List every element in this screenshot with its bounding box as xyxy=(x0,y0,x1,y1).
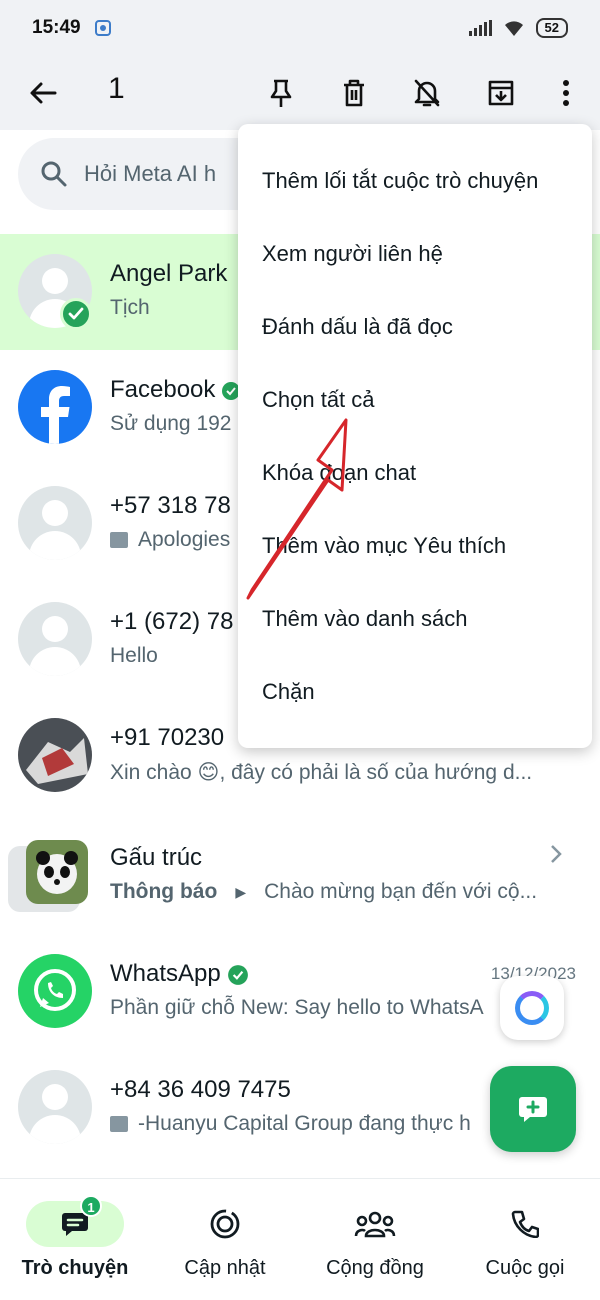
avatar xyxy=(18,602,92,676)
avatar-photo xyxy=(18,718,92,792)
chat-name: +91 70230 xyxy=(110,724,225,751)
calls-icon xyxy=(511,1210,539,1238)
chat-preview: Hello xyxy=(110,644,158,667)
selected-check xyxy=(60,298,92,330)
back-arrow-icon xyxy=(30,82,57,104)
menu-item-lock-chat[interactable]: Khóa đoạn chat xyxy=(262,460,416,486)
nav-label: Cộng đồng xyxy=(326,1257,424,1279)
chat-name: Gấu trúc xyxy=(110,844,203,871)
chat-name: Facebook xyxy=(110,376,241,404)
nav-communities[interactable]: Cộng đồng xyxy=(300,1193,450,1280)
chats-unread-badge: 1 xyxy=(80,1195,102,1217)
status-indicators: 52 xyxy=(468,18,568,38)
nav-calls-pill xyxy=(476,1201,574,1247)
more-options-button[interactable] xyxy=(543,70,589,116)
more-vert-icon xyxy=(563,80,569,106)
new-chat-icon xyxy=(519,1097,547,1122)
chat-name: +57 318 78 xyxy=(110,492,231,519)
avatar xyxy=(18,486,92,560)
avatar xyxy=(18,1070,92,1144)
check-icon xyxy=(68,307,84,320)
chat-name: +84 36 409 7475 xyxy=(110,1076,291,1103)
notification-app-icon xyxy=(94,20,111,36)
delete-button[interactable] xyxy=(331,70,377,116)
wifi-icon xyxy=(504,21,523,36)
chat-preview: Thông báo ▶ Chào mừng bạn đến với cộ... xyxy=(110,880,538,903)
chat-preview: Sử dụng 192 xyxy=(110,412,232,435)
whatsapp-logo xyxy=(18,954,92,1028)
delete-icon xyxy=(344,79,364,107)
new-chat-button[interactable] xyxy=(490,1066,576,1152)
facebook-logo xyxy=(18,370,92,444)
chat-row-community[interactable]: Gấu trúc Thông báo ▶ Chào mừng bạn đến v… xyxy=(0,818,600,934)
meta-ai-icon xyxy=(515,991,549,1025)
chat-preview: Phần giữ chỗ New: Say hello to WhatsA xyxy=(110,996,484,1019)
menu-item-add-favorites[interactable]: Thêm vào mục Yêu thích xyxy=(262,533,506,559)
chat-name: WhatsApp xyxy=(110,960,249,988)
verified-icon xyxy=(227,964,248,985)
nav-label: Cập nhật xyxy=(184,1257,266,1279)
menu-item-add-to-list[interactable]: Thêm vào danh sách xyxy=(262,606,467,632)
selection-action-bar: 1 xyxy=(0,56,600,130)
status-time: 15:49 xyxy=(32,17,81,38)
meta-ai-button[interactable] xyxy=(500,976,564,1040)
menu-item-add-shortcut[interactable]: Thêm lối tắt cuộc trò chuyện xyxy=(262,168,538,194)
updates-icon xyxy=(210,1209,240,1239)
chevron-right-icon xyxy=(551,845,562,863)
battery-indicator: 52 xyxy=(535,18,568,38)
nav-chats-pill: 1 xyxy=(26,1195,124,1247)
search-icon xyxy=(41,161,67,187)
chat-preview: Apologies xyxy=(110,528,230,552)
nav-label: Cuộc gọi xyxy=(485,1257,565,1279)
status-bar: 15:49 52 xyxy=(0,0,600,56)
community-photo xyxy=(26,840,88,904)
chat-name: +1 (672) 78 xyxy=(110,608,234,635)
play-arrow-icon: ▶ xyxy=(235,883,247,900)
search-placeholder: Hỏi Meta AI h xyxy=(84,161,217,186)
bottom-nav: 1 Trò chuyện Cập nhật Cộng đồng Cuộc gọi xyxy=(0,1178,600,1300)
signal-icon xyxy=(468,20,492,36)
selected-count: 1 xyxy=(108,72,125,105)
overflow-menu: Thêm lối tắt cuộc trò chuyện Xem người l… xyxy=(238,124,592,748)
archive-icon xyxy=(488,80,514,106)
archive-button[interactable] xyxy=(478,70,524,116)
pin-icon xyxy=(270,79,292,107)
menu-item-block[interactable]: Chặn xyxy=(262,679,315,705)
image-icon xyxy=(110,1116,128,1132)
nav-updates-pill xyxy=(176,1201,274,1247)
nav-label: Trò chuyện xyxy=(21,1257,129,1279)
chat-preview: Xin chào 😊, đây có phải là số của hướng … xyxy=(110,761,533,784)
mute-button[interactable] xyxy=(404,70,450,116)
communities-icon xyxy=(354,1211,396,1238)
pin-button[interactable] xyxy=(258,70,304,116)
chat-preview: Tịch xyxy=(110,296,150,319)
menu-item-view-contact[interactable]: Xem người liên hệ xyxy=(262,241,443,267)
back-button[interactable] xyxy=(20,70,66,116)
menu-item-select-all[interactable]: Chọn tất cả xyxy=(262,387,375,413)
menu-item-mark-read[interactable]: Đánh dấu là đã đọc xyxy=(262,314,453,340)
nav-chats[interactable]: 1 Trò chuyện xyxy=(0,1193,150,1280)
nav-communities-pill xyxy=(326,1201,424,1247)
image-icon xyxy=(110,532,128,548)
chat-name: Angel Park xyxy=(110,260,228,287)
nav-updates[interactable]: Cập nhật xyxy=(150,1193,300,1280)
community-announcement-label: Thông báo xyxy=(110,880,218,903)
mute-icon xyxy=(414,79,440,107)
nav-calls[interactable]: Cuộc gọi xyxy=(450,1193,600,1280)
chat-preview: -Huanyu Capital Group đang thực h xyxy=(110,1112,471,1136)
